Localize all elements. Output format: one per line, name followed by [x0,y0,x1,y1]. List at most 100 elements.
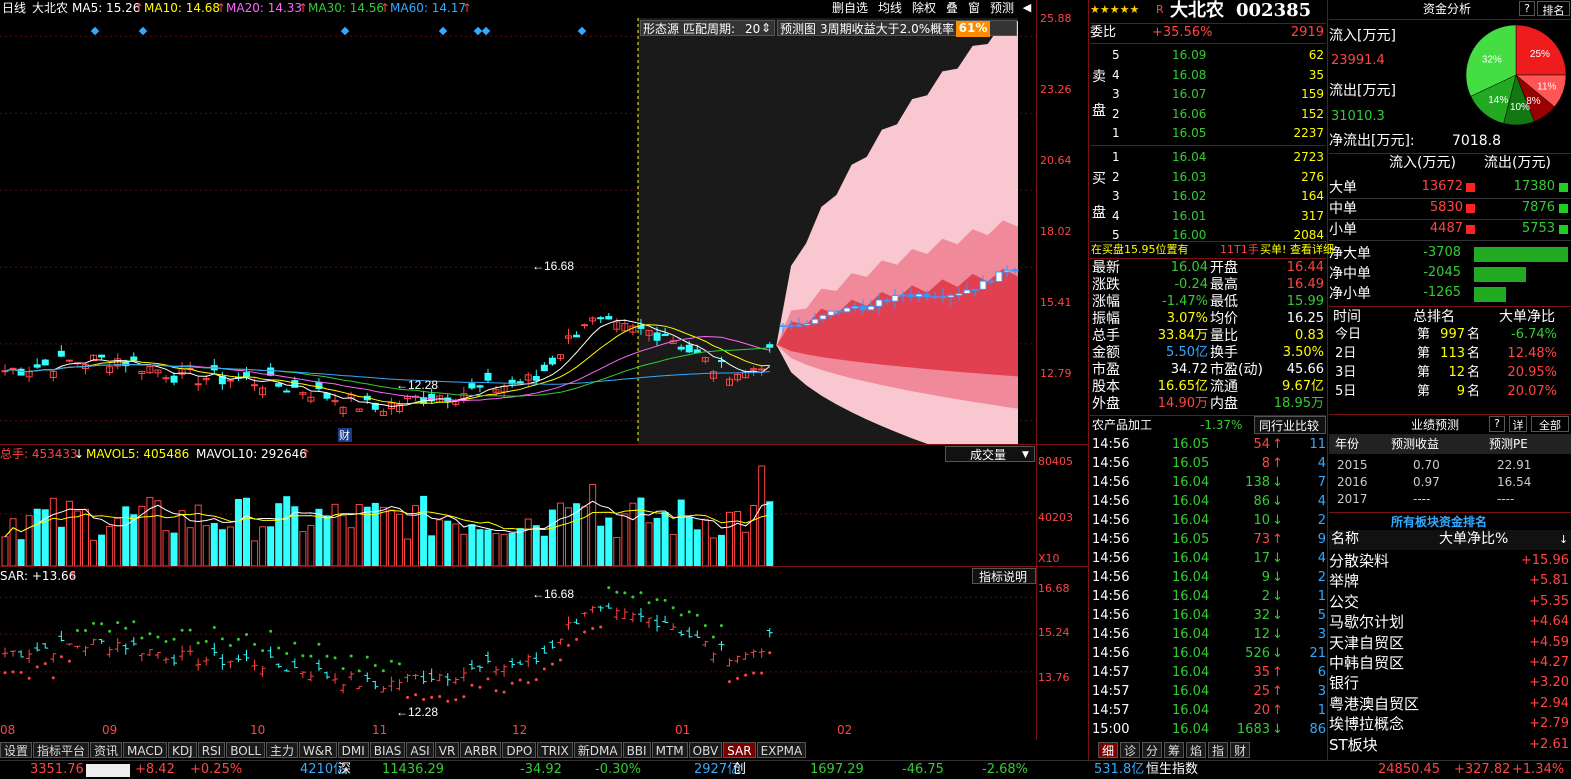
volume-bar [476,529,484,566]
tick-time: 14:56 [1092,551,1130,566]
ticker-item: +0.25% [190,762,243,777]
indicator-tab[interactable]: 主力 [266,742,299,758]
signal-diamond [473,26,483,36]
sar-dot [164,639,168,643]
forecast-help-icon[interactable]: ? [1489,416,1505,432]
big-order-notice[interactable]: 在买盘15.95位置有 11T1手 买单! 查看详细 [1090,242,1334,258]
stat-value: 18.95万 [1273,396,1324,411]
candle [347,391,355,403]
toolbar-button[interactable]: 除权 [912,1,936,15]
quote-tab[interactable]: 指 [1208,742,1228,758]
indicator-explain-button[interactable]: 指标说明 [972,568,1036,584]
up-arrow-icon: ↑ [1272,456,1283,471]
sector-ratio: +5.35 [1529,593,1569,609]
ticker-input[interactable] [86,764,130,777]
sar-candle [130,637,137,646]
sar-dot [75,629,79,633]
chevron-left-icon[interactable]: ◀ [1018,0,1036,16]
indicator-tab[interactable]: ASI [406,742,434,758]
sar-candle [356,685,363,690]
sector-name[interactable]: 举牌 [1329,572,1359,590]
quote-tab[interactable]: 分 [1142,742,1162,758]
indicator-tab[interactable]: BIAS [369,742,406,758]
candle [412,394,420,401]
sector-name[interactable]: 天津自贸区 [1329,634,1404,652]
indicator-tab[interactable]: MTM [651,742,688,758]
quote-tab[interactable]: 焰 [1186,742,1206,758]
sar-dot [277,646,281,650]
toolbar-button[interactable]: 窗 [968,1,980,15]
sector-name[interactable]: 马歇尔计划 [1329,613,1404,631]
order-size-label: 大单 [1329,180,1357,196]
volume-bar [347,527,355,566]
sector-name[interactable]: 粤港澳自贸区 [1329,695,1419,713]
sar-tick-label: 15.24 [1038,626,1070,639]
forecast-all-button[interactable]: 全部 [1531,416,1569,432]
finance-marker[interactable]: 财 [339,428,350,442]
indicator-tab[interactable]: W&R [299,742,337,758]
sector-name[interactable]: 分散染料 [1329,552,1389,570]
indicator-tab[interactable]: TRIX [537,742,573,758]
indicator-tab[interactable]: 设置 [0,742,33,758]
sar-candle [509,658,516,668]
volume-bar [106,525,114,566]
indicator-tab[interactable]: 资讯 [90,742,123,758]
sector-col-ratio[interactable]: 大单净比% [1439,532,1508,546]
forecast-year: 2015 [1337,458,1368,472]
sector-col-name[interactable]: 名称 [1331,532,1359,546]
quote-tab[interactable]: 筹 [1164,742,1184,758]
indicator-tab[interactable]: DPO [502,742,537,758]
quote-tab[interactable]: 细 [1098,742,1118,758]
sar-candle [533,652,540,665]
indicator-tab[interactable]: KDJ [168,742,197,758]
sector-name[interactable]: ST板块 [1329,736,1378,754]
forecast-detail-button[interactable]: 详 [1509,416,1527,432]
toolbar-button[interactable]: 叠 [946,1,958,15]
sar-dot [132,620,136,624]
sar-dot [397,662,401,666]
sort-down-icon[interactable]: ↓ [1559,533,1568,547]
sector-name[interactable]: 银行 [1329,674,1359,692]
toolbar-button[interactable]: 预测 [990,1,1014,15]
sector-name[interactable]: 中韩自贸区 [1329,654,1404,672]
indicator-tab[interactable]: SAR [723,742,756,758]
rank-button[interactable]: 排名 [1537,1,1570,17]
quote-tab[interactable]: 诊 [1120,742,1140,758]
sector-name[interactable]: 埃博拉概念 [1329,715,1404,733]
tick-volume: 8 [1261,456,1270,471]
down-arrow-icon: ↓ [1272,627,1283,642]
indicator-tab[interactable]: BOLL [226,742,266,758]
indicator-tab[interactable]: EXPMA [756,742,807,758]
month-label: 02 [837,723,853,737]
indicator-tab[interactable]: OBV [688,742,723,758]
indicator-tab[interactable]: DMI [337,742,369,758]
volume-bar [508,532,516,566]
indicator-tab[interactable]: ARBR [460,742,502,758]
indicator-tab[interactable]: VR [434,742,460,758]
order-volume: 62 [1308,48,1324,62]
quote-tab[interactable]: 财 [1230,742,1250,758]
chevron-down-icon[interactable]: ⇕ [761,21,771,35]
candle [57,345,65,358]
industry-compare-button[interactable]: 同行业比较 [1254,416,1326,434]
volume-bar [734,511,742,566]
sar-dot [768,651,772,655]
sar-dot [663,598,667,602]
indicator-tab[interactable]: MACD [123,742,168,758]
volume-chart[interactable] [0,462,1036,566]
rank-ming: 名 [1467,384,1481,399]
sar-chart[interactable]: ←16.68 ←12.28 [0,584,1036,722]
indicator-tab[interactable]: RSI [197,742,226,758]
notice-detail-link[interactable]: 查看详细 [1290,243,1334,257]
indicator-tab[interactable]: BBI [622,742,651,758]
sector-ratio: +15.96 [1520,553,1569,568]
kline-chart[interactable]: ←16.68 ←12.28 财 [0,18,1036,444]
indicator-tab[interactable]: 新DMA [573,742,622,758]
toolbar-button[interactable]: 删自选 [832,1,868,15]
toolbar-button[interactable]: 均线 [878,1,902,15]
indicator-select[interactable]: 成交量 ▼ [945,446,1035,462]
indicator-tab[interactable]: 指标平台 [33,742,90,758]
help-icon[interactable]: ? [1519,1,1535,16]
sector-name[interactable]: 公交 [1329,593,1359,611]
sar-candle [307,671,314,682]
